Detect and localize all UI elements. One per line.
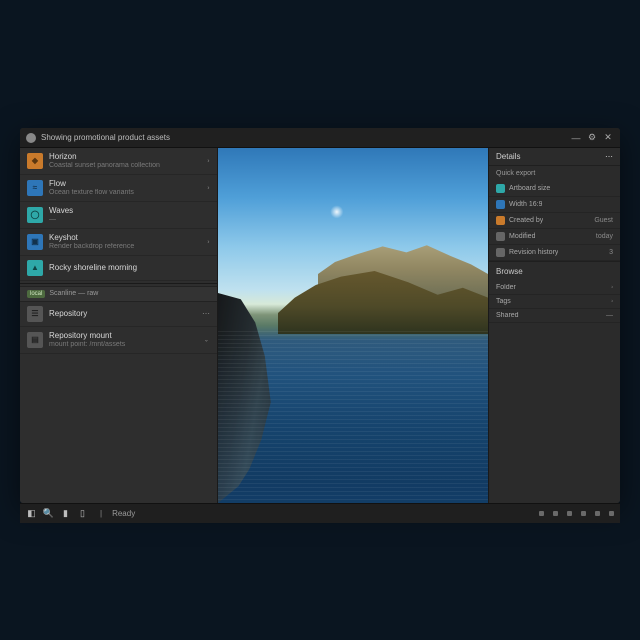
close-button[interactable]: ✕ xyxy=(602,132,614,144)
swatch-icon xyxy=(496,184,505,193)
desktop: Showing promotional product assets — ⚙ ✕… xyxy=(0,0,640,640)
titlebar: Showing promotional product assets — ⚙ ✕ xyxy=(20,128,620,148)
taskbar: ◧ 🔍 ▮ ▯ | Ready xyxy=(20,503,620,523)
swatch-icon xyxy=(496,200,505,209)
mount-icon: ▤ xyxy=(27,332,43,348)
asset-title: Keyshot xyxy=(49,233,201,243)
browse-header: Browse xyxy=(489,261,620,281)
asset-title: Horizon xyxy=(49,152,201,162)
detail-key: Shared xyxy=(496,312,519,319)
more-icon[interactable]: ⋯ xyxy=(202,309,210,318)
app-icon[interactable]: ▯ xyxy=(77,508,88,519)
asset-item[interactable]: ◯ Waves — xyxy=(20,202,217,229)
taskbar-divider: | xyxy=(100,509,102,518)
thumbnail-icon: ▣ xyxy=(27,234,43,250)
detail-value: Guest xyxy=(594,217,613,224)
panel-menu-icon[interactable]: ⋯ xyxy=(605,152,613,161)
search-icon[interactable]: 🔍 xyxy=(43,508,54,519)
detail-key: Folder xyxy=(496,284,516,291)
status-text: Scanline — raw xyxy=(49,290,98,297)
asset-title: Rocky shoreline morning xyxy=(49,263,210,273)
detail-row[interactable]: Modified today xyxy=(489,229,620,245)
asset-item[interactable]: ≈ Flow Ocean texture flow variants › xyxy=(20,175,217,202)
thumbnail-icon: ◯ xyxy=(27,207,43,223)
folder-icon: ☰ xyxy=(27,306,43,322)
repo-title: Repository mount xyxy=(49,331,197,341)
history-icon xyxy=(496,248,505,257)
thumbnail-icon: ◆ xyxy=(27,153,43,169)
preview-image xyxy=(218,148,488,503)
detail-key: Revision history xyxy=(509,249,558,256)
thumbnail-icon: ▲ xyxy=(27,260,43,276)
detail-key: Modified xyxy=(509,233,535,240)
section-label: Quick export xyxy=(489,166,620,181)
tray-icon[interactable] xyxy=(581,511,586,516)
tray-icon[interactable] xyxy=(567,511,572,516)
chevron-down-icon[interactable]: ⌄ xyxy=(204,337,209,344)
repo-item[interactable]: ☰ Repository ⋯ xyxy=(20,302,217,327)
detail-key: Artboard size xyxy=(509,185,550,192)
asset-title: Flow xyxy=(49,179,201,189)
chevron-right-icon: › xyxy=(611,299,613,304)
avatar-icon xyxy=(496,216,505,225)
repo-item[interactable]: ▤ Repository mount mount point: /mnt/ass… xyxy=(20,327,217,354)
separator xyxy=(20,283,217,284)
asset-item[interactable]: ◆ Horizon Coastal sunset panorama collec… xyxy=(20,148,217,175)
preview-pane[interactable] xyxy=(218,148,488,503)
app-icon xyxy=(26,133,36,143)
window-title: Showing promotional product assets xyxy=(41,133,170,142)
status-row[interactable]: local Scanline — raw xyxy=(20,286,217,302)
asset-subtitle: — xyxy=(49,216,210,224)
start-icon[interactable]: ◧ xyxy=(26,508,37,519)
tray-icon[interactable] xyxy=(553,511,558,516)
tray-icon[interactable] xyxy=(609,511,614,516)
minimize-button[interactable]: — xyxy=(570,132,582,144)
detail-row[interactable]: Tags › xyxy=(489,295,620,309)
asset-subtitle: Render backdrop reference xyxy=(49,243,201,251)
detail-value: today xyxy=(596,233,613,240)
details-header: Details ⋯ xyxy=(489,148,620,166)
detail-key: Tags xyxy=(496,298,511,305)
settings-icon[interactable]: ⚙ xyxy=(586,132,598,144)
landscape-water xyxy=(218,331,488,503)
detail-key: Width 16:9 xyxy=(509,201,542,208)
thumbnail-icon: ≈ xyxy=(27,180,43,196)
chevron-right-icon: › xyxy=(208,185,210,192)
details-header-label: Details xyxy=(496,152,520,161)
asset-title: Waves xyxy=(49,206,210,216)
chevron-right-icon: › xyxy=(611,285,613,290)
chevron-right-icon: › xyxy=(208,239,210,246)
repo-subtitle: mount point: /mnt/assets xyxy=(49,341,197,349)
asset-item[interactable]: ▲ Rocky shoreline morning xyxy=(20,256,217,281)
chevron-right-icon: › xyxy=(208,158,210,165)
detail-row[interactable]: Folder › xyxy=(489,281,620,295)
left-panel: ◆ Horizon Coastal sunset panorama collec… xyxy=(20,148,218,503)
detail-value: — xyxy=(606,312,613,319)
local-pill: local xyxy=(27,290,45,298)
asset-subtitle: Coastal sunset panorama collection xyxy=(49,162,201,170)
asset-item[interactable]: ▣ Keyshot Render backdrop reference › xyxy=(20,229,217,256)
clock-icon xyxy=(496,232,505,241)
details-panel: Details ⋯ Quick export Artboard size Wid… xyxy=(488,148,620,503)
detail-row[interactable]: Revision history 3 xyxy=(489,245,620,261)
detail-row[interactable]: Shared — xyxy=(489,309,620,323)
owner-row[interactable]: Created by Guest xyxy=(489,213,620,229)
taskbar-status: Ready xyxy=(112,509,135,518)
detail-row[interactable]: Artboard size xyxy=(489,181,620,197)
tray-icon[interactable] xyxy=(539,511,544,516)
repo-title: Repository xyxy=(49,309,196,319)
asset-subtitle: Ocean texture flow variants xyxy=(49,189,201,197)
explorer-icon[interactable]: ▮ xyxy=(60,508,71,519)
detail-row[interactable]: Width 16:9 xyxy=(489,197,620,213)
window-body: ◆ Horizon Coastal sunset panorama collec… xyxy=(20,148,620,503)
tray-icon[interactable] xyxy=(595,511,600,516)
app-window: Showing promotional product assets — ⚙ ✕… xyxy=(20,128,620,503)
detail-key: Created by xyxy=(509,217,543,224)
detail-value: 3 xyxy=(609,249,613,256)
